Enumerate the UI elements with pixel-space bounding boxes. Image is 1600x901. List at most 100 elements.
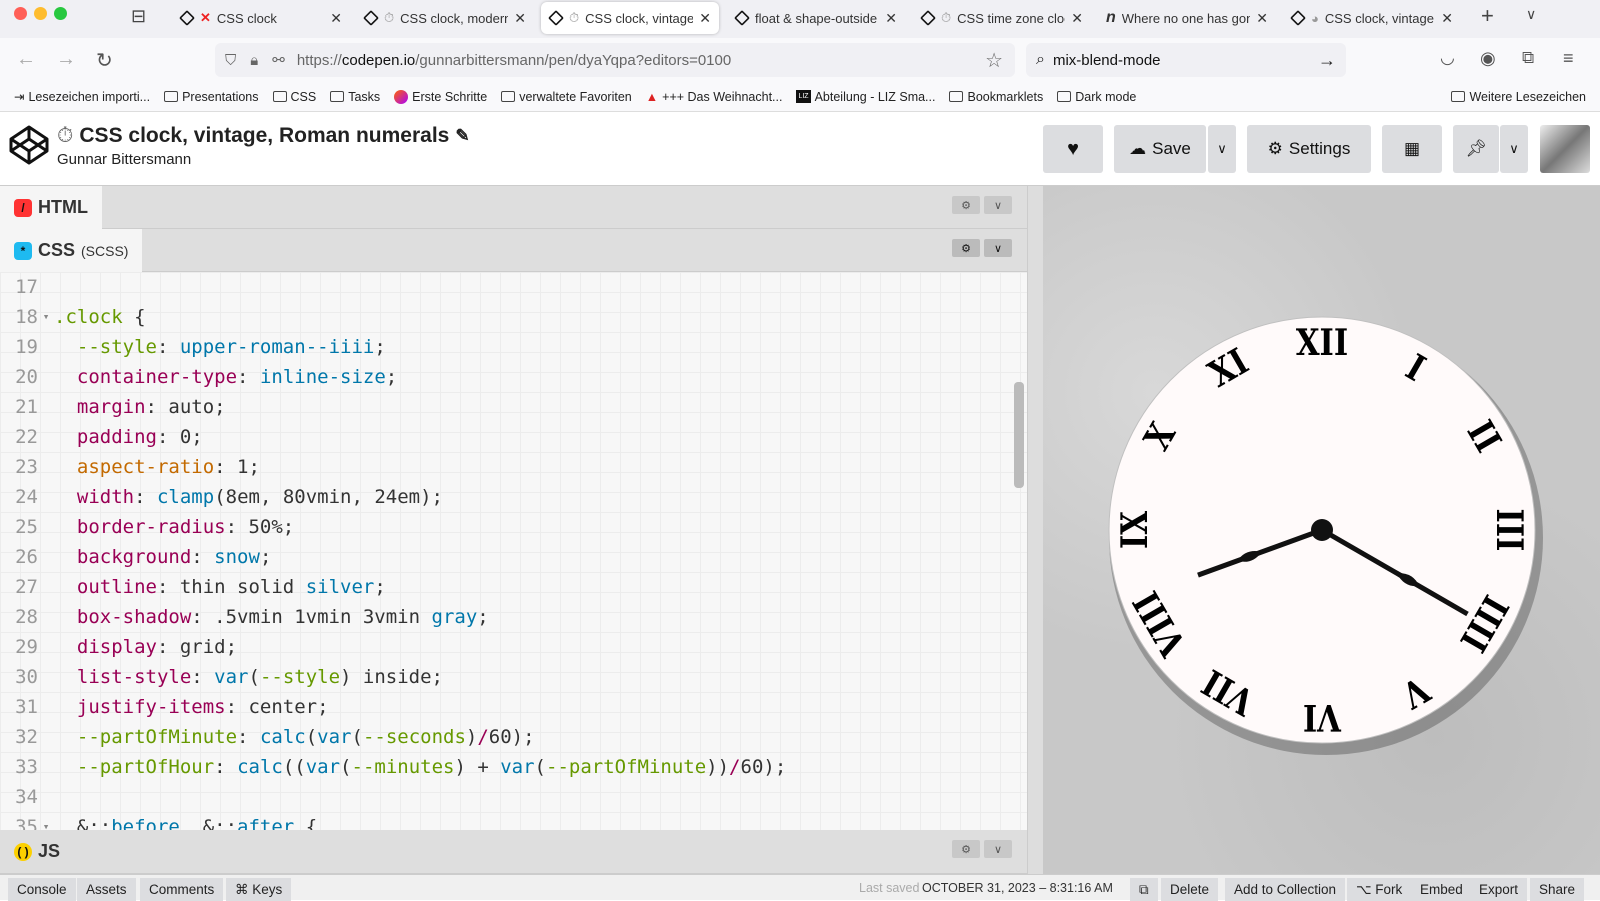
pin-options-button[interactable]: ∨ bbox=[1500, 125, 1528, 173]
fold-arrow-icon[interactable] bbox=[38, 572, 54, 602]
pin-button[interactable]: 📌︎ bbox=[1453, 125, 1499, 173]
browser-tab[interactable]: ⏱ CSS clock, vintage ✕ bbox=[541, 2, 719, 34]
panel-resize-handle[interactable] bbox=[1027, 186, 1043, 874]
close-tab-icon[interactable]: ✕ bbox=[699, 10, 711, 27]
bookmark-item[interactable]: Erste Schritte bbox=[394, 89, 487, 104]
close-window-button[interactable] bbox=[14, 7, 27, 20]
fold-arrow-icon[interactable] bbox=[38, 362, 54, 392]
css-code-editor[interactable]: 17 18 ▾ .clock {19 --style: upper-roman--ii… bbox=[0, 272, 1027, 830]
fold-arrow-icon[interactable] bbox=[38, 272, 54, 302]
fold-arrow-icon[interactable] bbox=[38, 482, 54, 512]
browser-tab[interactable]: float & shape-outside ✕ bbox=[727, 2, 905, 34]
edit-pencil-icon[interactable]: ✎ bbox=[455, 126, 469, 146]
html-settings-button[interactable]: ⚙ bbox=[952, 196, 980, 214]
tab-groups-icon[interactable]: ⊟ bbox=[131, 6, 146, 27]
minimize-window-button[interactable] bbox=[34, 7, 47, 20]
bookmark-item[interactable]: ⇥ Lesezeichen importi... bbox=[14, 89, 150, 105]
new-tab-button[interactable]: + bbox=[1481, 3, 1494, 29]
save-options-button[interactable]: ∨ bbox=[1208, 125, 1236, 173]
delete-button[interactable]: Delete bbox=[1161, 878, 1219, 901]
fold-arrow-icon[interactable]: ▾ bbox=[38, 812, 54, 830]
maximize-window-button[interactable] bbox=[54, 7, 67, 20]
tab-html[interactable]: / HTML bbox=[0, 186, 102, 229]
tab-title: CSS clock, modern bbox=[400, 10, 509, 26]
menu-icon[interactable]: ≡ bbox=[1563, 48, 1574, 69]
embed-button[interactable]: Embed bbox=[1411, 878, 1472, 901]
footer-tab-console[interactable]: Console bbox=[8, 878, 76, 901]
fold-arrow-icon[interactable] bbox=[38, 332, 54, 362]
bookmark-item[interactable]: ▲ +++ Das Weihnacht... bbox=[646, 90, 783, 104]
bookmark-item[interactable]: Tasks bbox=[330, 90, 380, 104]
bookmark-star-icon[interactable]: ☆ bbox=[985, 48, 1003, 73]
tab-css[interactable]: * CSS (SCSS) bbox=[0, 229, 143, 272]
export-button[interactable]: Export bbox=[1470, 878, 1528, 901]
fold-arrow-icon[interactable] bbox=[38, 452, 54, 482]
codepen-logo-icon[interactable] bbox=[8, 124, 50, 166]
bookmark-item[interactable]: Dark mode bbox=[1057, 90, 1136, 104]
pen-title[interactable]: CSS clock, vintage, Roman numerals bbox=[79, 124, 449, 148]
change-view-button[interactable]: ▦ bbox=[1382, 125, 1442, 173]
browser-tab[interactable]: ⏱ CSS clock, modern ✕ bbox=[356, 2, 534, 34]
bookmark-item[interactable]: LIZ Abteilung - LIZ Sma... bbox=[796, 90, 935, 104]
url-bar[interactable]: ⛉ 🔒︎ ⚯ https://codepen.io/gunnarbittersm… bbox=[215, 43, 1015, 77]
browser-tab[interactable]: ✕ CSS clock ✕ bbox=[172, 2, 350, 34]
fold-arrow-icon[interactable] bbox=[38, 392, 54, 422]
fold-arrow-icon[interactable] bbox=[38, 692, 54, 722]
reload-button[interactable]: ↻ bbox=[96, 48, 113, 73]
css-settings-button[interactable]: ⚙ bbox=[952, 239, 980, 257]
code-token: : grid; bbox=[156, 636, 238, 658]
close-tab-icon[interactable]: ✕ bbox=[1441, 10, 1453, 27]
settings-button[interactable]: ⚙ Settings bbox=[1247, 125, 1371, 173]
fold-arrow-icon[interactable] bbox=[38, 632, 54, 662]
tab-list-chevron-icon[interactable]: ∨ bbox=[1526, 6, 1536, 23]
code-token: (8em, 80vmin, 24em); bbox=[214, 486, 443, 508]
go-arrow-icon[interactable]: → bbox=[1318, 50, 1336, 71]
fold-arrow-icon[interactable] bbox=[38, 422, 54, 452]
css-collapse-button[interactable]: ∨ bbox=[984, 239, 1012, 257]
html-collapse-button[interactable]: ∨ bbox=[984, 196, 1012, 214]
close-tab-icon[interactable]: ✕ bbox=[1256, 10, 1268, 27]
close-tab-icon[interactable]: ✕ bbox=[330, 10, 342, 27]
account-icon[interactable]: ◉ bbox=[1480, 48, 1496, 69]
browser-tab[interactable]: ⏱ CSS time zone clock ✕ bbox=[913, 2, 1091, 34]
addtocollection-button[interactable]: Add to Collection bbox=[1225, 878, 1346, 901]
close-tab-icon[interactable]: ✕ bbox=[885, 10, 897, 27]
save-button[interactable]: ☁ Save bbox=[1114, 125, 1206, 173]
open-external-button[interactable]: ⧉ bbox=[1130, 878, 1158, 901]
fold-arrow-icon[interactable] bbox=[38, 752, 54, 782]
share-button[interactable]: Share bbox=[1530, 878, 1585, 901]
pocket-icon[interactable]: ◡ bbox=[1440, 48, 1455, 68]
bookmark-item[interactable]: Presentations bbox=[164, 90, 259, 104]
code-scrollbar[interactable] bbox=[1014, 382, 1024, 488]
browser-tab[interactable]: n Where no one has gone ✕ bbox=[1098, 2, 1276, 34]
browser-tab[interactable]: ◕ CSS clock, vintage ✕ bbox=[1283, 2, 1461, 34]
fold-arrow-icon[interactable] bbox=[38, 542, 54, 572]
js-settings-button[interactable]: ⚙ bbox=[952, 840, 980, 858]
fold-arrow-icon[interactable] bbox=[38, 782, 54, 812]
close-tab-icon[interactable]: ✕ bbox=[514, 10, 526, 27]
back-button[interactable]: ← bbox=[16, 48, 36, 71]
tab-js[interactable]: ( ) JS bbox=[0, 830, 75, 873]
love-button[interactable]: ♥ bbox=[1043, 125, 1103, 173]
bookmark-item[interactable]: Bookmarklets bbox=[949, 90, 1043, 104]
search-bar[interactable]: ⌕ mix-blend-mode → bbox=[1026, 43, 1346, 77]
fork-button[interactable]: ⌥ Fork bbox=[1347, 878, 1412, 901]
footer-tab-assets[interactable]: Assets bbox=[77, 878, 136, 901]
fold-arrow-icon[interactable] bbox=[38, 602, 54, 632]
bookmark-item[interactable]: CSS bbox=[272, 90, 316, 104]
fold-arrow-icon[interactable] bbox=[38, 722, 54, 752]
fold-arrow-icon[interactable]: ▾ bbox=[38, 302, 54, 332]
other-bookmarks[interactable]: Weitere Lesezeichen bbox=[1451, 90, 1586, 104]
pen-author[interactable]: Gunnar Bittersmann bbox=[57, 151, 191, 168]
fold-arrow-icon[interactable] bbox=[38, 512, 54, 542]
search-input[interactable]: mix-blend-mode bbox=[1053, 52, 1161, 69]
fold-arrow-icon[interactable] bbox=[38, 662, 54, 692]
bookmark-item[interactable]: verwaltete Favoriten bbox=[501, 90, 632, 104]
forward-button[interactable]: → bbox=[56, 48, 76, 71]
extensions-icon[interactable]: ⧉ bbox=[1522, 48, 1534, 68]
footer-tab-keys[interactable]: ⌘ Keys bbox=[226, 878, 292, 901]
js-collapse-button[interactable]: ∨ bbox=[984, 840, 1012, 858]
close-tab-icon[interactable]: ✕ bbox=[1071, 10, 1083, 27]
footer-tab-comments[interactable]: Comments bbox=[140, 878, 224, 901]
user-avatar[interactable] bbox=[1540, 125, 1590, 173]
